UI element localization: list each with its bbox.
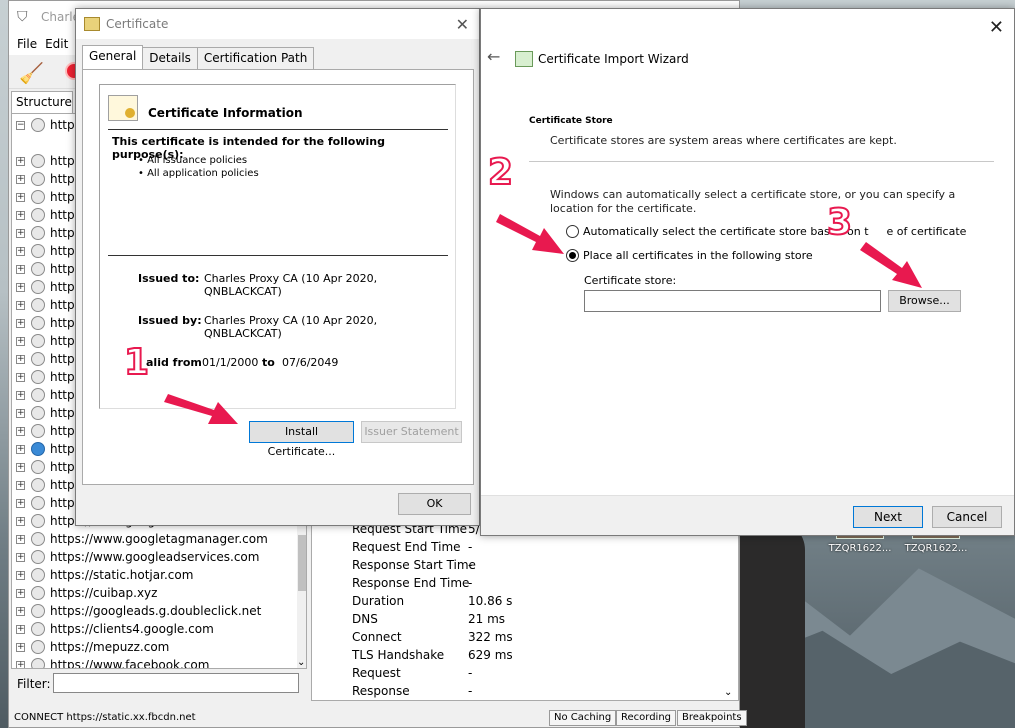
annotation-number-1: 1 [123, 341, 150, 384]
annotation-number-2: 2 [487, 151, 514, 194]
annotation-arrows [164, 214, 922, 424]
annotation-number-3: 3 [826, 201, 853, 244]
arrow-1 [164, 394, 238, 424]
arrow-3 [860, 242, 922, 288]
arrow-2 [496, 214, 564, 254]
